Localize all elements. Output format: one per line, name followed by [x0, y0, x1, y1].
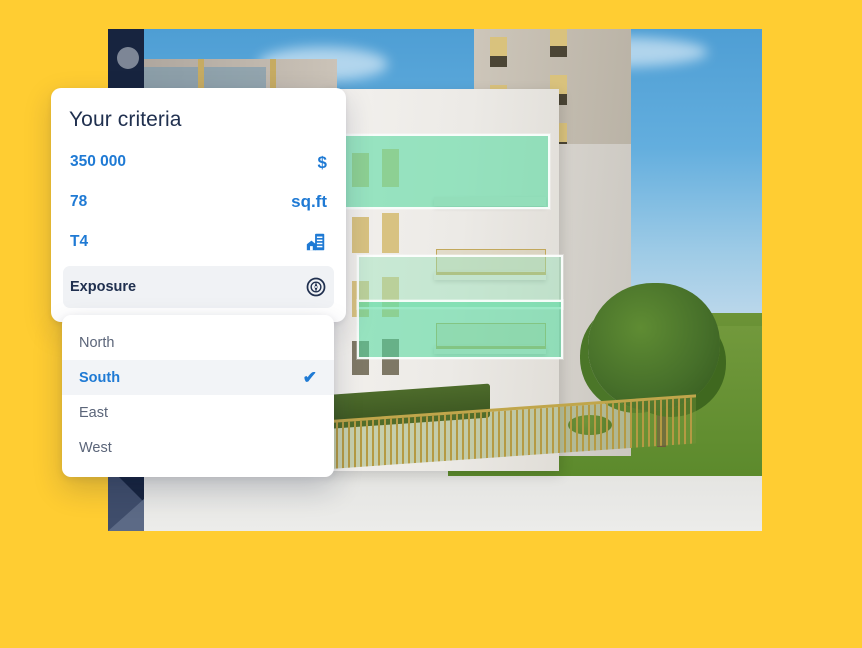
circle-badge-icon: [117, 47, 139, 69]
triangle-accent-icon: [108, 499, 144, 531]
surface-value: 78: [70, 193, 88, 210]
dropdown-option-south[interactable]: South ✔: [62, 360, 334, 395]
criteria-row-price[interactable]: 350 000 $: [63, 142, 334, 182]
dropdown-option-east[interactable]: East: [62, 395, 334, 430]
type-value: T4: [70, 233, 89, 250]
navy-accent-strip-top: [108, 29, 144, 92]
window: [490, 36, 508, 67]
check-icon: ✔: [302, 367, 317, 387]
exposure-dropdown[interactable]: North South ✔ East West: [62, 315, 334, 477]
window: [381, 213, 399, 254]
criteria-row-type[interactable]: T4: [63, 222, 334, 262]
window: [351, 217, 369, 254]
card-title: Your criteria: [69, 108, 182, 131]
building-icon: [305, 231, 327, 253]
highlighted-apartment-volume: [356, 300, 564, 360]
dropdown-option-west[interactable]: West: [62, 430, 334, 465]
window: [550, 29, 568, 57]
dropdown-option-label: West: [79, 439, 112, 456]
dollar-icon: $: [317, 152, 327, 172]
area-unit-label: sq.ft: [291, 192, 327, 211]
dropdown-option-label: North: [79, 334, 115, 351]
dropdown-option-label: East: [79, 404, 109, 421]
highlighted-apartment-volume: [317, 134, 551, 209]
criteria-card: Your criteria 350 000 $ 78 sq.ft T4 Expo…: [51, 88, 346, 322]
price-value: 350 000: [70, 153, 127, 170]
dropdown-option-label: South: [79, 369, 121, 386]
criteria-row-exposure[interactable]: Exposure: [63, 266, 334, 308]
criteria-row-surface[interactable]: 78 sq.ft: [63, 182, 334, 222]
compass-icon: [305, 276, 327, 298]
tree: [588, 283, 720, 411]
exposure-label: Exposure: [70, 279, 137, 295]
dropdown-option-north[interactable]: North: [62, 325, 334, 360]
